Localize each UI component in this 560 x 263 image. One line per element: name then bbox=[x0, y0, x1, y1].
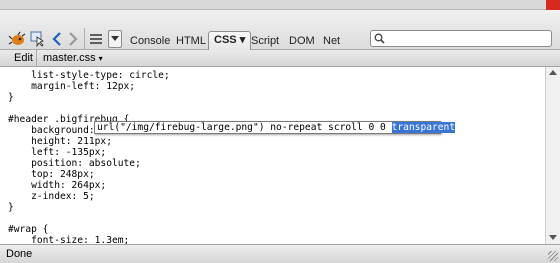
firebug-toolbar: Console HTML CSS ▾ Script DOM Net bbox=[0, 10, 560, 50]
forward-arrow-icon[interactable] bbox=[67, 31, 79, 47]
code-line: width: 264px; bbox=[8, 180, 107, 191]
panel-dropdown-button[interactable] bbox=[108, 30, 122, 48]
stylesheet-name: master.css bbox=[43, 52, 96, 64]
code-line: z-index: 5; bbox=[8, 191, 95, 202]
tab-console[interactable]: Console bbox=[130, 33, 170, 49]
toolbar-separator bbox=[84, 28, 85, 50]
code-line: left: -135px; bbox=[8, 147, 107, 158]
chevron-down-icon: ▾ bbox=[98, 54, 103, 63]
css-code-view[interactable]: list-style-type: circle; margin-left: 12… bbox=[0, 67, 545, 244]
tab-html[interactable]: HTML bbox=[176, 33, 206, 49]
inline-value-editor[interactable]: url("/img/firebug-large.png") no-repeat … bbox=[94, 121, 456, 134]
editor-value-text: url("/img/firebug-large.png") no-repeat … bbox=[97, 122, 392, 133]
code-line: margin-left: 12px; bbox=[8, 81, 136, 92]
code-line: top: 248px; bbox=[8, 169, 95, 180]
subbar-divider bbox=[36, 50, 37, 67]
inspect-icon[interactable] bbox=[30, 30, 46, 48]
search-icon bbox=[374, 33, 385, 47]
edit-button[interactable]: Edit bbox=[14, 52, 33, 64]
code-line: list-style-type: circle; bbox=[8, 70, 170, 81]
scroll-up-icon[interactable] bbox=[549, 70, 557, 75]
stylesheet-selector[interactable]: master.css ▾ bbox=[43, 52, 103, 64]
status-bar: Done bbox=[0, 244, 560, 263]
tab-css-caret-icon: ▾ bbox=[239, 34, 246, 46]
menu-lines-icon[interactable] bbox=[89, 31, 103, 47]
firebug-icon[interactable] bbox=[8, 30, 26, 48]
tab-net[interactable]: Net bbox=[323, 33, 340, 49]
code-line: font-size: 1.3em; bbox=[8, 235, 130, 244]
vertical-scrollbar[interactable] bbox=[545, 67, 560, 244]
window-close-corner[interactable] bbox=[546, 0, 560, 10]
code-line: height: 211px; bbox=[8, 136, 112, 147]
tab-script[interactable]: Script bbox=[251, 33, 279, 49]
code-line: } bbox=[8, 92, 14, 103]
tab-dom[interactable]: DOM bbox=[289, 33, 315, 49]
search-input[interactable] bbox=[370, 30, 552, 47]
tab-css-label: CSS bbox=[214, 34, 237, 46]
css-subtoolbar: Edit master.css ▾ bbox=[0, 50, 560, 67]
code-line: background: bbox=[8, 125, 95, 136]
back-arrow-icon[interactable] bbox=[51, 31, 63, 47]
status-text: Done bbox=[6, 248, 33, 260]
tab-css[interactable]: CSS ▾ bbox=[208, 31, 252, 50]
code-line: position: absolute; bbox=[8, 158, 141, 169]
resize-grip-icon[interactable] bbox=[548, 251, 558, 261]
code-line: } bbox=[8, 202, 14, 213]
scroll-down-icon[interactable] bbox=[549, 235, 557, 240]
window-top-edge bbox=[0, 0, 560, 10]
editor-selected-text: transparent bbox=[391, 122, 456, 133]
code-line: #wrap { bbox=[8, 224, 49, 235]
